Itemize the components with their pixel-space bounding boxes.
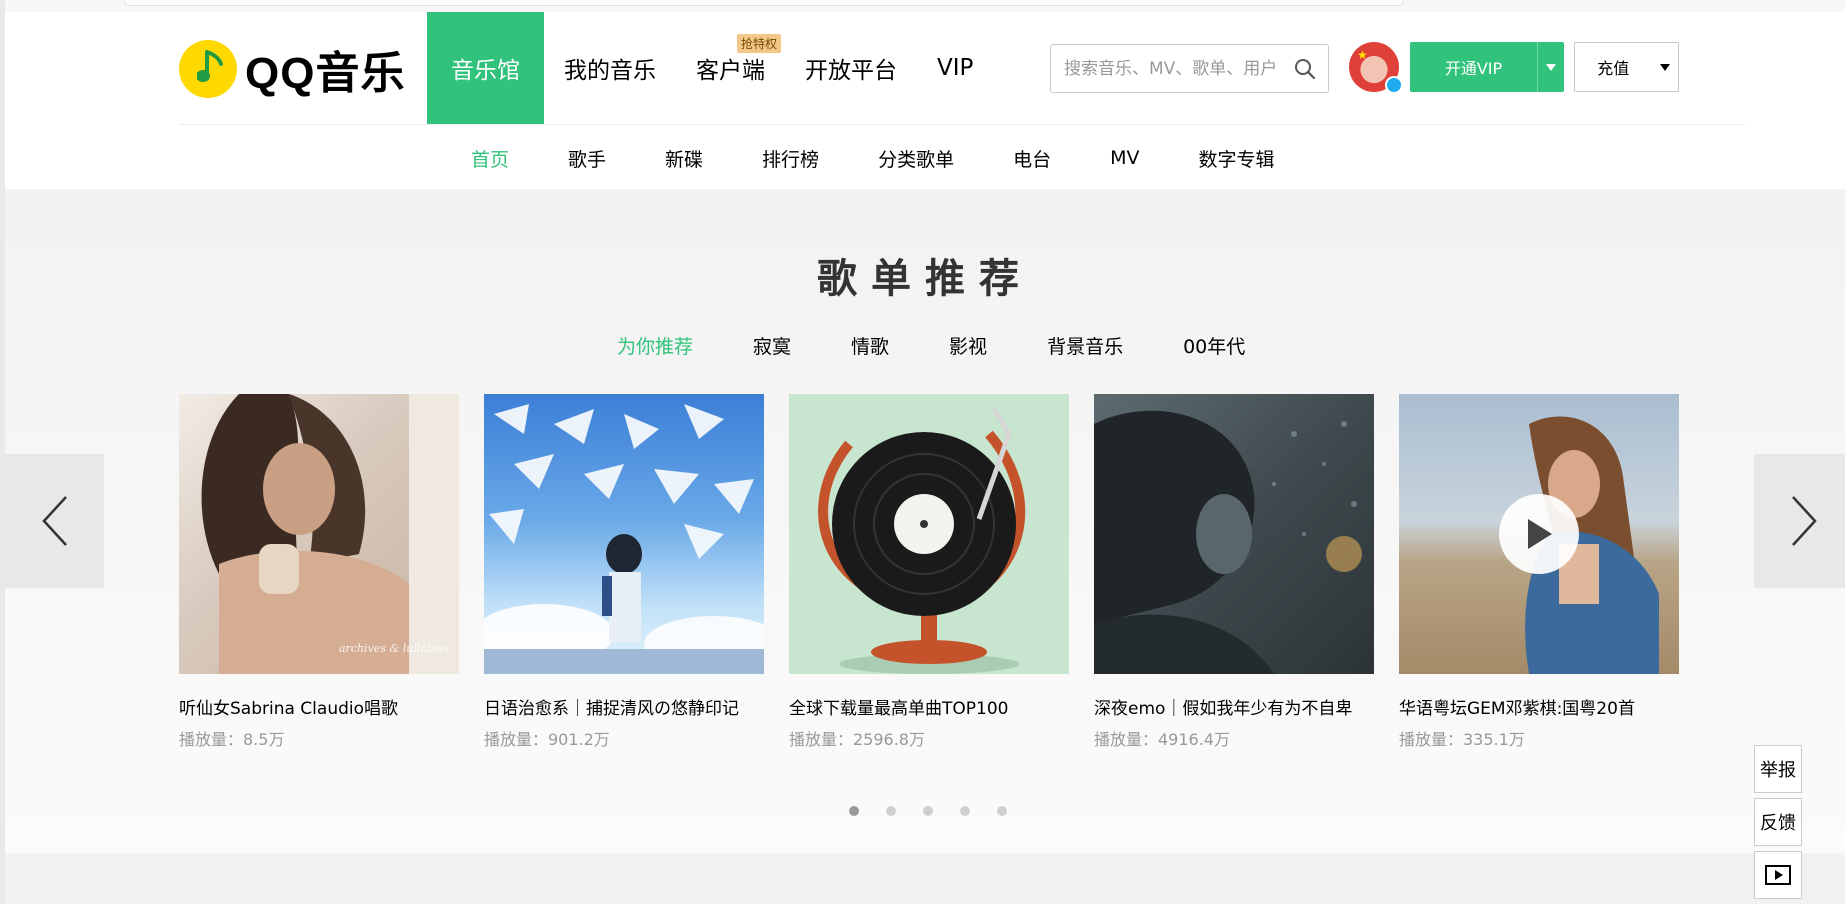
playlist-title[interactable]: 深夜emo｜假如我年少有为不自卑 <box>1094 694 1374 719</box>
page-dot[interactable] <box>960 806 970 816</box>
tab-love-songs[interactable]: 情歌 <box>851 332 889 359</box>
subnav-mv[interactable]: MV <box>1110 147 1139 169</box>
page-dot[interactable] <box>849 806 859 816</box>
nav-open-platform[interactable]: 开放平台 <box>785 12 917 124</box>
subnav-new-albums[interactable]: 新碟 <box>665 145 703 172</box>
playlist-title[interactable]: 听仙女Sabrina Claudio唱歌 <box>179 694 459 719</box>
cover-art <box>201 394 459 674</box>
report-button[interactable]: 举报 <box>1754 745 1802 793</box>
nav-client-label: 客户端 <box>696 58 765 84</box>
subnav-home[interactable]: 首页 <box>471 145 509 172</box>
play-count: 播放量：335.1万 <box>1399 730 1525 749</box>
vip-status-icon <box>1385 76 1403 94</box>
cover-art <box>818 407 1026 674</box>
cover-art <box>1094 410 1362 674</box>
play-icon <box>1528 519 1552 549</box>
subnav-singers[interactable]: 歌手 <box>568 145 606 172</box>
search-icon[interactable] <box>1294 58 1316 80</box>
open-vip-label: 开通VIP <box>1444 59 1503 78</box>
playlist-title[interactable]: 全球下载量最高单曲TOP100 <box>789 694 1069 719</box>
play-button[interactable] <box>1499 494 1579 574</box>
search-input[interactable] <box>1064 58 1289 79</box>
top-bar-edge <box>124 0 1404 6</box>
side-toolbar: 举报 反馈 <box>1754 745 1802 904</box>
logo-note-icon <box>179 40 237 98</box>
playlist-title[interactable]: 华语粤坛GEM邓紫棋:国粤20首 <box>1399 694 1679 719</box>
carousel-prev-button[interactable] <box>5 454 104 588</box>
subnav-digital-albums[interactable]: 数字专辑 <box>1198 145 1274 172</box>
playlist-title[interactable]: 日语治愈系｜捕捉清风の悠静印记 <box>484 694 764 719</box>
nav-my-music[interactable]: 我的音乐 <box>544 12 676 124</box>
privilege-badge: 抢特权 <box>736 34 781 53</box>
subnav-categories[interactable]: 分类歌单 <box>878 145 954 172</box>
recharge-button[interactable]: 充值 <box>1574 42 1679 92</box>
recharge-dropdown-toggle[interactable] <box>1652 63 1678 71</box>
tab-film[interactable]: 影视 <box>949 332 987 359</box>
page-dot[interactable] <box>923 806 933 816</box>
cover-inscription: archives & lullabies <box>339 642 450 655</box>
play-count: 播放量：4916.4万 <box>1094 730 1230 749</box>
tab-for-you[interactable]: 为你推荐 <box>617 332 693 359</box>
star-icon: ★ <box>1357 48 1368 62</box>
section-title: 歌单推荐 <box>817 256 1033 302</box>
subnav-charts[interactable]: 排行榜 <box>762 145 819 172</box>
tab-bgm[interactable]: 背景音乐 <box>1047 332 1123 359</box>
carousel-next-button[interactable] <box>1754 454 1845 588</box>
qq-music-logo[interactable]: QQ音乐 <box>179 38 405 100</box>
main-nav: 音乐馆 我的音乐 客户端 抢特权 开放平台 VIP <box>427 12 993 124</box>
nav-client[interactable]: 客户端 抢特权 <box>676 12 785 124</box>
chevron-right-icon <box>1791 496 1817 546</box>
vip-dropdown-toggle[interactable] <box>1537 42 1564 92</box>
playlist-card[interactable]: archives & lullabies 听仙女Sabrina Claudio唱… <box>179 394 459 750</box>
video-icon <box>1765 865 1791 885</box>
play-count: 播放量：2596.8万 <box>789 730 925 749</box>
playlist-cover[interactable] <box>484 394 764 674</box>
nav-vip[interactable]: VIP <box>917 12 993 124</box>
tab-2000s[interactable]: 00年代 <box>1183 332 1245 359</box>
page-dot[interactable] <box>997 806 1007 816</box>
logo-text: QQ音乐 <box>245 49 406 98</box>
sub-nav: 首页 歌手 新碟 排行榜 分类歌单 电台 MV 数字专辑 <box>471 138 1334 178</box>
playlist-cover[interactable] <box>1094 394 1374 674</box>
chevron-down-icon <box>1546 63 1556 71</box>
tab-lonely[interactable]: 寂寞 <box>753 332 791 359</box>
playlist-cover[interactable] <box>1399 394 1679 674</box>
user-avatar[interactable]: ★ <box>1349 42 1403 94</box>
search-box <box>1050 44 1329 93</box>
carousel-pagination <box>849 806 1034 816</box>
next-section-edge <box>5 853 1845 904</box>
open-vip-button[interactable]: 开通VIP <box>1410 42 1564 92</box>
nav-music-hall[interactable]: 音乐馆 <box>427 12 544 124</box>
header-divider <box>179 124 1745 125</box>
playlist-tabs: 为你推荐 寂寞 情歌 影视 背景音乐 00年代 <box>617 332 1305 359</box>
feedback-button[interactable]: 反馈 <box>1754 798 1802 846</box>
playlist-recommend-section: 歌单推荐 为你推荐 寂寞 情歌 影视 背景音乐 00年代 archives & … <box>5 189 1845 853</box>
subnav-radio[interactable]: 电台 <box>1013 145 1051 172</box>
playlist-cover[interactable]: archives & lullabies <box>179 394 459 674</box>
playlist-cover[interactable] <box>789 394 1069 674</box>
cover-art <box>484 404 764 674</box>
playlist-carousel: archives & lullabies 听仙女Sabrina Claudio唱… <box>179 394 1679 750</box>
site-header: QQ音乐 音乐馆 我的音乐 客户端 抢特权 开放平台 VIP ★ 开通VIP 充… <box>5 12 1845 189</box>
playlist-card[interactable]: 日语治愈系｜捕捉清风の悠静印记 播放量：901.2万 <box>484 394 764 750</box>
recharge-label: 充值 <box>1597 59 1630 78</box>
play-count: 播放量：901.2万 <box>484 730 610 749</box>
page-dot[interactable] <box>886 806 896 816</box>
chevron-down-icon <box>1659 63 1670 71</box>
browser-top-strip <box>0 0 1845 12</box>
playlist-card[interactable]: 华语粤坛GEM邓紫棋:国粤20首 播放量：335.1万 <box>1399 394 1679 750</box>
playlist-card[interactable]: 全球下载量最高单曲TOP100 播放量：2596.8万 <box>789 394 1069 750</box>
chevron-left-icon <box>41 496 67 546</box>
video-button[interactable] <box>1754 851 1802 899</box>
playlist-card[interactable]: 深夜emo｜假如我年少有为不自卑 播放量：4916.4万 <box>1094 394 1374 750</box>
play-count: 播放量：8.5万 <box>179 730 285 749</box>
